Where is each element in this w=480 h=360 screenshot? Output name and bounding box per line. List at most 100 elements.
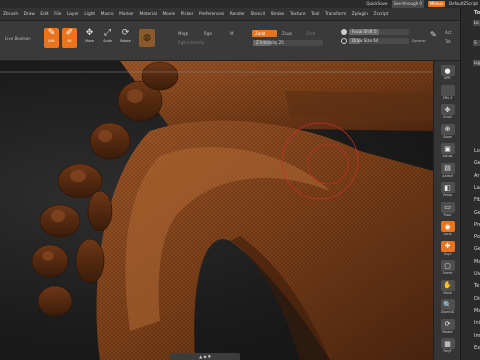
rgb-intensity-slider[interactable]: Rgb Intensity — [178, 40, 205, 45]
rotate-button[interactable]: ⟳ Rotate — [436, 318, 459, 335]
persp-icon: ◧ — [440, 182, 455, 193]
menu-macro[interactable]: Macro — [101, 12, 114, 17]
floor-button[interactable]: ▭ Floor — [436, 201, 459, 218]
scroll-label: Scroll — [443, 115, 452, 119]
menus-button[interactable]: Menus — [427, 1, 446, 7]
tray-item[interactable]: Lo — [473, 20, 480, 26]
z-intensity-slider[interactable]: Z Intensity 25 — [253, 40, 323, 46]
tray-item[interactable]: Lo — [474, 148, 480, 154]
seethrough-slider[interactable]: See-through 0 — [391, 0, 424, 8]
menu-picker[interactable]: Picker — [181, 12, 194, 17]
menu-transform[interactable]: Transform — [325, 12, 346, 17]
draw-button[interactable]: ✐ 64 — [62, 28, 77, 48]
tray-item[interactable]: Uv — [474, 271, 480, 277]
mrgb-button[interactable]: Mrgb — [178, 31, 188, 36]
spix-button[interactable]: SPix 3 — [436, 84, 459, 101]
tray-item[interactable]: Ge — [474, 246, 480, 252]
local-button[interactable]: ◉ Local — [436, 221, 459, 237]
zadd-button[interactable]: Zadd — [252, 30, 277, 37]
dynamic-button[interactable]: Dynamic — [412, 39, 426, 43]
tray-item[interactable]: Ma — [474, 308, 480, 314]
tray-item[interactable]: Fib — [474, 197, 480, 203]
tray-item[interactable]: Ge — [474, 210, 480, 216]
menu-marker[interactable]: Marker — [119, 12, 134, 17]
tray-item[interactable]: Pol — [474, 234, 480, 240]
default-zscript-label: DefaultZScript — [449, 1, 478, 6]
local-icon: ◉ — [440, 221, 455, 232]
scale-button[interactable]: ⤢ Scale — [100, 28, 115, 48]
menu-zscript[interactable]: Zscript — [374, 12, 389, 17]
tray-item[interactable]: Ar — [474, 173, 480, 179]
tray-item[interactable]: Lay — [474, 185, 480, 191]
move-button[interactable]: ✥ Move — [82, 28, 97, 48]
live-boolean-button[interactable]: Live Boolean — [5, 36, 31, 41]
menu-texture[interactable]: Texture — [290, 12, 306, 17]
aahalf-label: AAHalf — [442, 173, 453, 178]
spix-label: SPix 3 — [442, 95, 453, 100]
zoom-button[interactable]: ⊕ Zoom — [436, 123, 459, 140]
menu-stencil[interactable]: Stencil — [251, 12, 266, 17]
brush-thumbnail[interactable]: ◍ — [139, 29, 155, 47]
m-button[interactable]: M — [230, 31, 233, 36]
zoom3d-button[interactable]: 🔍 Zoom3D — [436, 299, 459, 315]
aahalf-button[interactable]: ▤ AAHalf — [436, 162, 459, 179]
local-label: Local — [443, 232, 452, 236]
tray-item[interactable]: Init — [474, 320, 480, 326]
polyf-button[interactable]: ▦ PolyF — [436, 338, 459, 354]
frame-icon: ▢ — [440, 260, 455, 271]
menu-stroke[interactable]: Stroke — [271, 12, 285, 17]
menu-edit[interactable]: Edit — [40, 12, 48, 17]
focal-shift-slider[interactable]: Focal Shift 0 — [349, 29, 409, 35]
menu-file[interactable]: File — [54, 12, 61, 17]
zoom-label: Zoom — [443, 134, 452, 139]
gxyz-icon: ✚ — [440, 240, 455, 252]
edit-button[interactable]: ✎ Edit — [44, 28, 59, 48]
menu-zbrush[interactable]: Zbrush — [3, 12, 18, 17]
zcut-button[interactable]: Zcut — [306, 31, 315, 36]
gxyz-button[interactable]: ✚ Gxyz — [436, 240, 459, 257]
menu-preferences[interactable]: Preferences — [199, 12, 224, 17]
rotate-icon: ⟳ — [121, 28, 130, 38]
rgb-button[interactable]: Rgb — [204, 31, 212, 36]
bottom-shelf[interactable]: ▲ ◆ ▼ — [170, 353, 240, 360]
tray-item[interactable]: Pre — [474, 222, 480, 228]
scroll-button[interactable]: ✥ Scroll — [436, 104, 459, 120]
menu-zplugin[interactable]: Zplugin — [352, 12, 368, 17]
move-button[interactable]: ✋ Move — [436, 279, 459, 296]
bpr-button[interactable]: ● BPR — [436, 65, 459, 81]
active-points-label: Act — [445, 30, 452, 35]
actual-icon: ▣ — [440, 143, 455, 154]
gxyz-label: Gxyz — [443, 251, 452, 256]
tray-item[interactable]: Te — [474, 283, 480, 289]
tray-item[interactable]: S — [473, 40, 480, 46]
floor-label: Floor — [443, 212, 452, 217]
persp-button[interactable]: ◧ Persp — [436, 182, 459, 198]
menu-light[interactable]: Light — [84, 12, 95, 17]
actual-button[interactable]: ▣ Actual — [436, 143, 459, 159]
menu-movie[interactable]: Movie — [162, 12, 175, 17]
tray-item[interactable]: Lig — [473, 60, 480, 66]
rotate-button[interactable]: ⟳ Rotate — [118, 28, 133, 48]
persp-label: Persp — [443, 193, 452, 197]
canvas-viewport[interactable] — [0, 61, 433, 360]
tray-item[interactable]: Exp — [474, 345, 480, 351]
draw-size-slider[interactable]: Draw Size 64 — [349, 38, 409, 44]
menu-tool[interactable]: Tool — [311, 12, 319, 17]
zsub-button[interactable]: Zsub — [282, 31, 292, 36]
frame-button[interactable]: ▢ Frame — [436, 260, 459, 276]
menu-material[interactable]: Material — [139, 12, 156, 17]
rotate-label: Rotate — [442, 329, 453, 334]
tool-palette-title[interactable]: To — [474, 10, 480, 16]
tray-item[interactable]: Ge — [474, 160, 480, 166]
tray-item[interactable]: Imp — [474, 333, 480, 339]
menu-draw[interactable]: Draw — [24, 12, 35, 17]
bpr-icon: ● — [440, 65, 455, 76]
menu-layer[interactable]: Layer — [67, 12, 79, 17]
menu-render[interactable]: Render — [230, 12, 245, 17]
quicksave-button[interactable]: QuickSave — [366, 0, 387, 8]
tray-item[interactable]: Dis — [474, 296, 480, 302]
main-menu-bar: Zbrush Draw Edit File Layer Light Macro Marker M… — [0, 8, 480, 21]
brush-pen-icon[interactable]: ✎ — [430, 30, 437, 39]
tray-item[interactable]: Ma — [474, 259, 480, 265]
move-label: Move — [443, 290, 452, 295]
